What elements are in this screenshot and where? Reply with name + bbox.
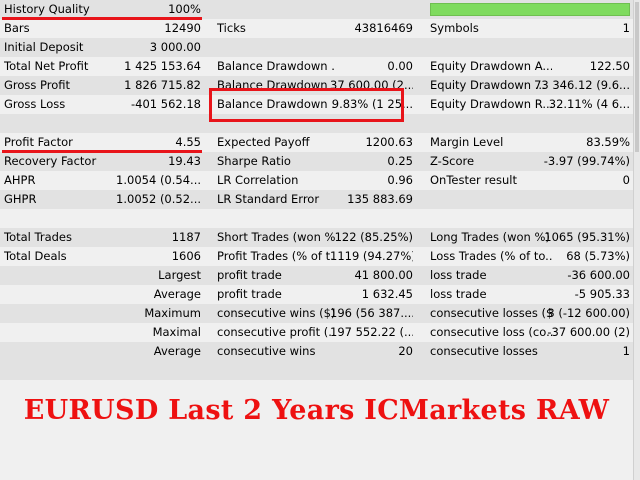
- metric-label: profit trade: [217, 287, 282, 301]
- metric-label: consecutive profit (...: [217, 325, 335, 339]
- metric-value: 1.0054 (0.54...: [116, 173, 201, 187]
- metric-value: 83.59%: [586, 135, 630, 149]
- report-row: [0, 209, 633, 228]
- history-quality-underline: [2, 17, 202, 20]
- metric-value: -37 600.00 (2): [547, 325, 630, 339]
- metric-value: Average: [153, 344, 201, 358]
- report-empty-area: [0, 361, 633, 380]
- metric-label: consecutive wins ($): [217, 306, 335, 320]
- vertical-scrollbar[interactable]: [633, 0, 640, 480]
- metric-value: 122.50: [589, 59, 630, 73]
- metric-label: Sharpe Ratio: [217, 154, 291, 168]
- report-row: Maximal consecutive profit (... 197 552.22…: [0, 323, 633, 342]
- metric-value: 0: [622, 173, 630, 187]
- report-row: Initial Deposit 3 000.00: [0, 38, 633, 57]
- metric-value: 1 826 715.82: [124, 78, 201, 92]
- metric-value: 68 (5.73%): [566, 249, 630, 263]
- metric-value: Largest: [158, 268, 201, 282]
- report-row: Average consecutive wins 20 consecutive los…: [0, 342, 633, 361]
- metric-value: -3.97 (99.74%): [543, 154, 630, 168]
- metric-label: Profit Trades (% of t...: [217, 249, 335, 263]
- history-quality-bar: [430, 3, 630, 16]
- report-row: Recovery Factor 19.43 Sharpe Ratio 0.25 Z-Sc…: [0, 152, 633, 171]
- metric-label: Short Trades (won %): [217, 230, 335, 244]
- metric-value: 122 (85.25%): [334, 230, 413, 244]
- metric-value: 32.11% (4 6...: [548, 97, 630, 111]
- metric-value: 41 800.00: [354, 268, 413, 282]
- report-row: Bars 12490 Ticks 43816469 Symbols 1: [0, 19, 633, 38]
- metric-value: 1119 (94.27%): [330, 249, 413, 263]
- metric-value: 20: [398, 344, 413, 358]
- report-row: Total Trades 1187 Short Trades (won %) 122 …: [0, 228, 633, 247]
- metric-value: 1: [622, 21, 630, 35]
- metric-value: 1 425 153.64: [124, 59, 201, 73]
- metric-label: Expected Payoff: [217, 135, 310, 149]
- metric-value: Maximal: [152, 325, 201, 339]
- metric-value: 19.43: [168, 154, 201, 168]
- metric-value: 197 552.22 (...: [330, 325, 413, 339]
- report-row: GHPR 1.0052 (0.52... LR Standard Error 135 …: [0, 190, 633, 209]
- report-row: Maximum consecutive wins ($) 196 (56 387..…: [0, 304, 633, 323]
- metric-value: -401 562.18: [131, 97, 201, 111]
- metric-value: 1200.63: [365, 135, 413, 149]
- metric-value: -5 905.33: [574, 287, 630, 301]
- metric-label: profit trade: [217, 268, 282, 282]
- report-row: AHPR 1.0054 (0.54... LR Correlation 0.96 OnT…: [0, 171, 633, 190]
- metric-value: 1 632.45: [361, 287, 413, 301]
- report-row: Largest profit trade 41 800.00 loss trade -3…: [0, 266, 633, 285]
- metric-value: Average: [153, 287, 201, 301]
- metric-value: 1187: [171, 230, 201, 244]
- metric-label: Ticks: [217, 21, 246, 35]
- metric-value: 1.0052 (0.52...: [116, 192, 201, 206]
- metric-value: -36 600.00: [567, 268, 630, 282]
- balance-drawdown-highlight-box: [209, 88, 404, 122]
- metric-value: 3 (-12 600.00): [547, 306, 630, 320]
- metric-label: LR Standard Error: [217, 192, 320, 206]
- strategy-banner: EURUSD Last 2 Years ICMarkets RAW: [23, 395, 610, 426]
- metric-value: 1606: [171, 249, 201, 263]
- metric-value: 0.25: [387, 154, 413, 168]
- metric-value: 135 883.69: [347, 192, 413, 206]
- metric-value: 1: [622, 344, 630, 358]
- report-row: Total Deals 1606 Profit Trades (% of t... 1…: [0, 247, 633, 266]
- metric-value: Maximum: [144, 306, 201, 320]
- metric-label: consecutive wins: [217, 344, 316, 358]
- metric-value: 12490: [164, 21, 201, 35]
- scrollbar-thumb[interactable]: [635, 2, 639, 152]
- report-row: Total Net Profit 1 425 153.64 Balance Draw…: [0, 57, 633, 76]
- report-row: Average profit trade 1 632.45 loss trade -5 …: [0, 285, 633, 304]
- metric-value: 196 (56 387....: [330, 306, 413, 320]
- metric-value: 0.00: [387, 59, 413, 73]
- metric-label: Balance Drawdown ...: [217, 59, 335, 73]
- metric-value: 73 346.12 (9.6...: [534, 78, 630, 92]
- metric-value: 1065 (95.31%): [544, 230, 630, 244]
- metric-value: 3 000.00: [149, 40, 201, 54]
- metric-label: LR Correlation: [217, 173, 299, 187]
- profit-factor-underline: [2, 150, 202, 153]
- backtest-report-panel: History Quality 100% Bars 12490 Ticks 4381646…: [0, 0, 633, 480]
- metric-value: 43816469: [354, 21, 413, 35]
- metric-value: 0.96: [387, 173, 413, 187]
